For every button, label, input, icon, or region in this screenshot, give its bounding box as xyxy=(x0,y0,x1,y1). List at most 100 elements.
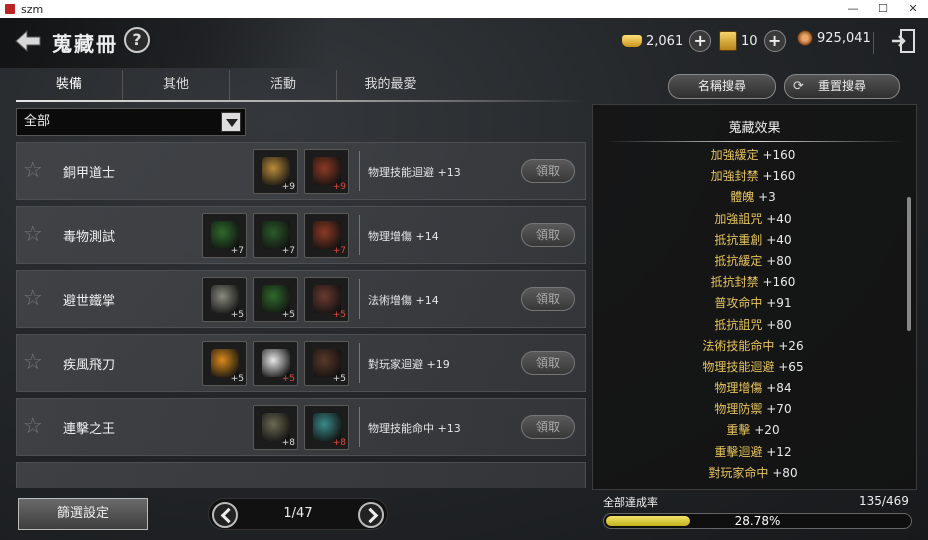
golden-helmet-icon xyxy=(262,157,290,185)
effect-value: +80 xyxy=(766,253,792,268)
effect-value: +84 xyxy=(766,381,792,396)
item-slot[interactable]: +9 xyxy=(253,149,298,194)
claim-button[interactable]: 領取 xyxy=(521,159,575,183)
item-slot[interactable]: +8 xyxy=(253,405,298,450)
stone-fist-icon xyxy=(211,285,239,313)
effect-entry: 物理防禦 +70 xyxy=(593,399,913,420)
claim-button[interactable]: 領取 xyxy=(521,351,575,375)
effect-name: 法術技能命中 xyxy=(702,338,775,353)
favorite-star-icon[interactable]: ☆ xyxy=(23,288,45,310)
effect-entry: 物理技能迴避 +65 xyxy=(593,357,913,378)
effect-name: 對玩家命中 xyxy=(708,465,769,480)
gauntlet-icon xyxy=(313,285,341,313)
help-icon[interactable]: ? xyxy=(124,27,150,53)
favorite-star-icon[interactable]: ☆ xyxy=(23,224,45,246)
effect-name: 抵抗重創 xyxy=(714,232,763,247)
row-divider xyxy=(359,215,360,255)
effect-value: +26 xyxy=(778,338,804,353)
item-enhance-level: +5 xyxy=(332,310,346,320)
item-enhance-level: +5 xyxy=(230,374,244,384)
exit-icon[interactable] xyxy=(890,28,916,54)
effect-value: +40 xyxy=(766,232,792,247)
effect-name: 物理防禦 xyxy=(714,402,763,417)
reset-search-label: 重置搜尋 xyxy=(817,79,866,93)
filter-settings-button[interactable]: 篩選設定 xyxy=(18,498,148,530)
effect-value: +65 xyxy=(778,359,804,374)
reset-search-button[interactable]: ⟳ 重置搜尋 xyxy=(784,74,900,99)
flying-blade-icon xyxy=(211,349,239,377)
item-slot[interactable]: +5 xyxy=(202,341,247,386)
effect-name: 普攻命中 xyxy=(714,296,763,311)
item-enhance-level: +7 xyxy=(281,246,295,256)
item-enhance-level: +5 xyxy=(281,310,295,320)
favorite-star-icon[interactable]: ☆ xyxy=(23,352,45,374)
effect-entry: 體魄 +3 xyxy=(593,187,913,208)
green-strike-skill-icon xyxy=(262,221,290,249)
item-slot[interactable]: +5 xyxy=(253,341,298,386)
tab-other[interactable]: 其他 xyxy=(123,70,230,100)
effect-entry: 加強封禁 +160 xyxy=(593,166,913,187)
effect-entry: 物理增傷 +84 xyxy=(593,378,913,399)
green-poison-skill-icon xyxy=(211,221,239,249)
tab-equipment[interactable]: 裝備 xyxy=(16,70,123,100)
collection-row-partial xyxy=(16,462,586,488)
effects-divider xyxy=(605,141,905,142)
minimize-button[interactable]: — xyxy=(838,0,868,18)
progress-percent: 28.78% xyxy=(734,514,781,528)
item-enhance-level: +8 xyxy=(281,438,295,448)
item-slot[interactable]: +8 xyxy=(304,405,349,450)
effect-entry: 對玩家命中 +80 xyxy=(593,463,913,484)
add-scroll-button[interactable]: + xyxy=(763,30,786,52)
item-slot[interactable]: +5 xyxy=(304,277,349,322)
effect-entry: 加強緩定 +160 xyxy=(593,145,913,166)
effect-name: 抵抗緩定 xyxy=(714,253,763,268)
name-search-button[interactable]: 名稱搜尋 xyxy=(668,74,776,99)
collection-list: ☆ 銅甲道士 +9 +9 物理技能迴避 +13 領取 ☆ 毒物測試 +7 +7 … xyxy=(16,142,588,488)
category-tabs: 裝備 其他 活動 我的最愛 xyxy=(16,70,446,100)
maximize-button[interactable]: ☐ xyxy=(868,0,898,18)
tabs-underline xyxy=(16,100,586,102)
header-divider xyxy=(873,32,874,54)
close-button[interactable]: ✕ xyxy=(898,0,928,18)
effect-value: +40 xyxy=(766,211,792,226)
claim-button[interactable]: 領取 xyxy=(521,287,575,311)
effect-name: 體魄 xyxy=(730,190,755,205)
coin-icon xyxy=(797,30,813,46)
back-arrow-icon[interactable] xyxy=(14,28,42,54)
effect-entry: 重擊迴避 +12 xyxy=(593,442,913,463)
favorite-star-icon[interactable]: ☆ xyxy=(23,160,45,182)
effect-value: +80 xyxy=(772,465,798,480)
currency-scroll: 10 + xyxy=(719,30,786,52)
favorite-star-icon[interactable]: ☆ xyxy=(23,416,45,438)
collection-name: 毒物測試 xyxy=(63,230,116,245)
currency-gold: 2,061 + xyxy=(622,30,712,52)
item-slot[interactable]: +5 xyxy=(202,277,247,322)
row-divider xyxy=(359,343,360,383)
effects-scrollbar[interactable] xyxy=(907,197,911,331)
effects-list[interactable]: 加強緩定 +160 加強封禁 +160 體魄 +3 加強詛咒 +40 抵抗重創 +40 抵… xyxy=(593,145,913,485)
item-slot[interactable]: +9 xyxy=(304,149,349,194)
item-slot[interactable]: +5 xyxy=(304,341,349,386)
tab-favorites[interactable]: 我的最愛 xyxy=(337,70,444,100)
green-orb-skill-icon xyxy=(262,285,290,313)
window-titlebar: szm — ☐ ✕ xyxy=(0,0,928,18)
collection-row: ☆ 毒物測試 +7 +7 +7 物理增傷 +14 領取 xyxy=(16,206,586,264)
claim-button[interactable]: 領取 xyxy=(521,415,575,439)
collection-name: 連擊之王 xyxy=(63,422,116,437)
item-slot[interactable]: +7 xyxy=(253,213,298,258)
tab-events[interactable]: 活動 xyxy=(230,70,337,100)
claim-button[interactable]: 領取 xyxy=(521,223,575,247)
item-slot[interactable]: +5 xyxy=(253,277,298,322)
add-gold-button[interactable]: + xyxy=(689,30,712,52)
item-enhance-level: +8 xyxy=(332,438,346,448)
collection-row: ☆ 疾風飛刀 +5 +5 +5 對玩家迴避 +19 領取 xyxy=(16,334,586,392)
next-page-button[interactable] xyxy=(358,502,384,528)
effect-value: +20 xyxy=(754,423,780,438)
item-slot[interactable]: +7 xyxy=(304,213,349,258)
effect-name: 加強封禁 xyxy=(710,169,759,184)
filter-dropdown[interactable]: 全部 xyxy=(16,108,246,136)
row-divider xyxy=(359,151,360,191)
item-slot[interactable]: +7 xyxy=(202,213,247,258)
collection-bonus: 對玩家迴避 +19 xyxy=(368,358,450,371)
item-enhance-level: +5 xyxy=(230,310,244,320)
